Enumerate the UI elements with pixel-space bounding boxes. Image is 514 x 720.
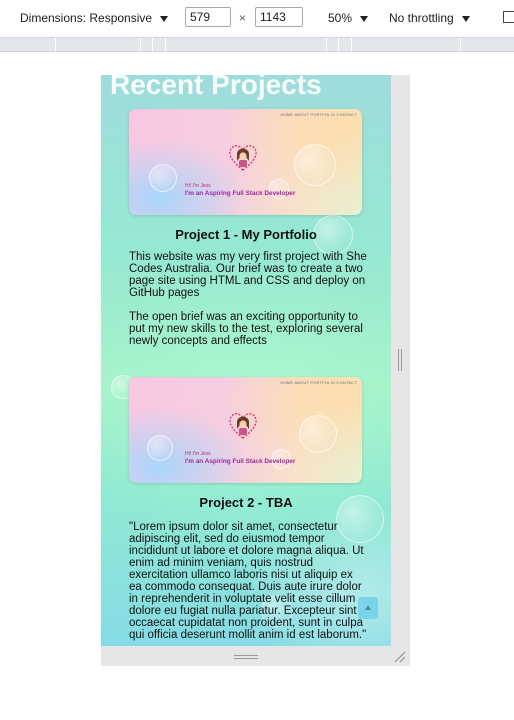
bubble-decoration — [147, 435, 173, 461]
project-description: This website was my very first project w… — [129, 251, 367, 299]
dimensions-dropdown[interactable]: Dimensions: Responsive — [20, 9, 169, 27]
grip-icon — [234, 655, 258, 659]
avatar-heart-icon — [229, 145, 257, 171]
page-title: Recent Projects — [110, 75, 322, 100]
times-symbol: × — [239, 11, 247, 25]
throttling-dropdown[interactable]: No throttling — [389, 9, 470, 27]
project-title: Project 1 - My Portfolio — [175, 227, 317, 242]
project-preview-image[interactable]: HOME ABOUT PORTFOLIO CONTACT Hi! I'm Jes… — [129, 109, 362, 215]
ruler-tick — [140, 38, 141, 51]
device-viewport: Recent Projects HOME ABOUT PORTFOLIO CON… — [101, 75, 391, 646]
width-input[interactable] — [185, 7, 231, 27]
project-preview-image[interactable]: HOME ABOUT PORTFOLIO CONTACT Hi! I'm Jes… — [129, 377, 362, 483]
avatar-heart-icon — [229, 413, 257, 439]
zoom-label: 50% — [328, 11, 353, 25]
right-resize-handle[interactable] — [391, 75, 410, 666]
bubble-decoration — [294, 144, 336, 186]
preview-tagline: I'm an Aspiring Full Stack Developer — [185, 458, 296, 465]
preview-greeting: Hi! I'm Jess — [185, 451, 211, 457]
project-description: "Lorem ipsum dolor sit amet, consectetur… — [129, 521, 367, 641]
grip-icon — [398, 349, 402, 371]
chevron-down-icon — [160, 15, 169, 22]
height-input[interactable] — [255, 7, 303, 27]
project-description: The open brief was an exciting opportuni… — [129, 311, 363, 347]
ruler-tick — [165, 38, 166, 51]
ruler-tick — [152, 38, 153, 51]
chevron-down-icon — [360, 15, 369, 22]
corner-resize-handle[interactable] — [391, 646, 410, 666]
device-toolbar: Dimensions: Responsive × 50% No throttli… — [0, 0, 514, 38]
zoom-dropdown[interactable]: 50% — [328, 9, 369, 27]
throttling-label: No throttling — [389, 11, 454, 25]
bubble-decoration — [299, 415, 337, 453]
more-options-icon[interactable] — [503, 11, 514, 23]
bubble-decoration — [149, 164, 177, 192]
preview-tagline: I'm an Aspiring Full Stack Developer — [185, 190, 296, 197]
media-query-ruler[interactable] — [0, 38, 514, 52]
chevron-down-icon — [461, 15, 470, 22]
ruler-tick — [460, 38, 461, 51]
ruler-tick — [338, 38, 339, 51]
preview-nav: HOME ABOUT PORTFOLIO CONTACT — [280, 380, 357, 385]
resize-corner-icon — [394, 651, 406, 663]
scroll-to-top-button[interactable] — [358, 597, 378, 619]
ruler-tick — [326, 38, 327, 51]
project-title: Project 2 - TBA — [199, 495, 293, 510]
dimensions-label: Dimensions: Responsive — [20, 11, 153, 25]
ruler-tick — [351, 38, 352, 51]
preview-greeting: Hi! I'm Jess — [185, 183, 211, 189]
preview-nav: HOME ABOUT PORTFOLIO CONTACT — [280, 112, 357, 117]
ruler-tick — [55, 38, 56, 51]
bottom-resize-handle[interactable] — [101, 646, 391, 666]
